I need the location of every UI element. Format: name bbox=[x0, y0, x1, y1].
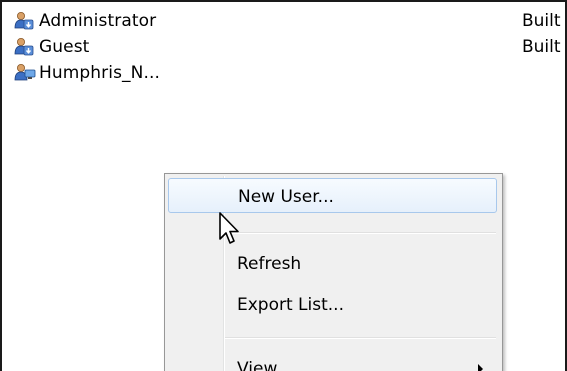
menu-item-view[interactable]: View bbox=[168, 351, 497, 371]
menu-separator bbox=[225, 232, 496, 234]
menu-item-label: View bbox=[237, 359, 278, 371]
menu-item-label: Export List... bbox=[237, 295, 344, 315]
user-list: Administrator Built Guest Built Humphris… bbox=[14, 8, 567, 86]
menu-item-export-list[interactable]: Export List... bbox=[168, 287, 497, 322]
user-name: Administrator bbox=[39, 11, 157, 31]
menu-separator bbox=[225, 337, 496, 339]
panel-border-top bbox=[0, 0, 567, 2]
panel-border-left bbox=[0, 0, 2, 371]
submenu-arrow-icon bbox=[478, 364, 483, 371]
user-name: Humphris_N... bbox=[39, 63, 160, 83]
context-menu: New User... Refresh Export List... View bbox=[164, 173, 503, 371]
user-description: Built bbox=[522, 11, 561, 31]
menu-item-label: New User... bbox=[238, 187, 334, 207]
user-icon bbox=[14, 63, 36, 83]
user-row-administrator[interactable]: Administrator Built bbox=[14, 8, 567, 34]
user-guest-icon bbox=[14, 37, 34, 57]
menu-item-label: Refresh bbox=[237, 254, 302, 274]
menu-item-new-user[interactable]: New User... bbox=[168, 178, 497, 213]
user-row-humphris[interactable]: Humphris_N... bbox=[14, 60, 567, 86]
mouse-cursor-icon bbox=[218, 212, 244, 248]
menu-item-refresh[interactable]: Refresh bbox=[168, 246, 497, 281]
user-name: Guest bbox=[39, 37, 90, 57]
user-description: Built bbox=[522, 37, 561, 57]
users-panel: Administrator Built Guest Built Humphris… bbox=[0, 0, 567, 371]
user-row-guest[interactable]: Guest Built bbox=[14, 34, 567, 60]
user-admin-icon bbox=[14, 11, 34, 31]
